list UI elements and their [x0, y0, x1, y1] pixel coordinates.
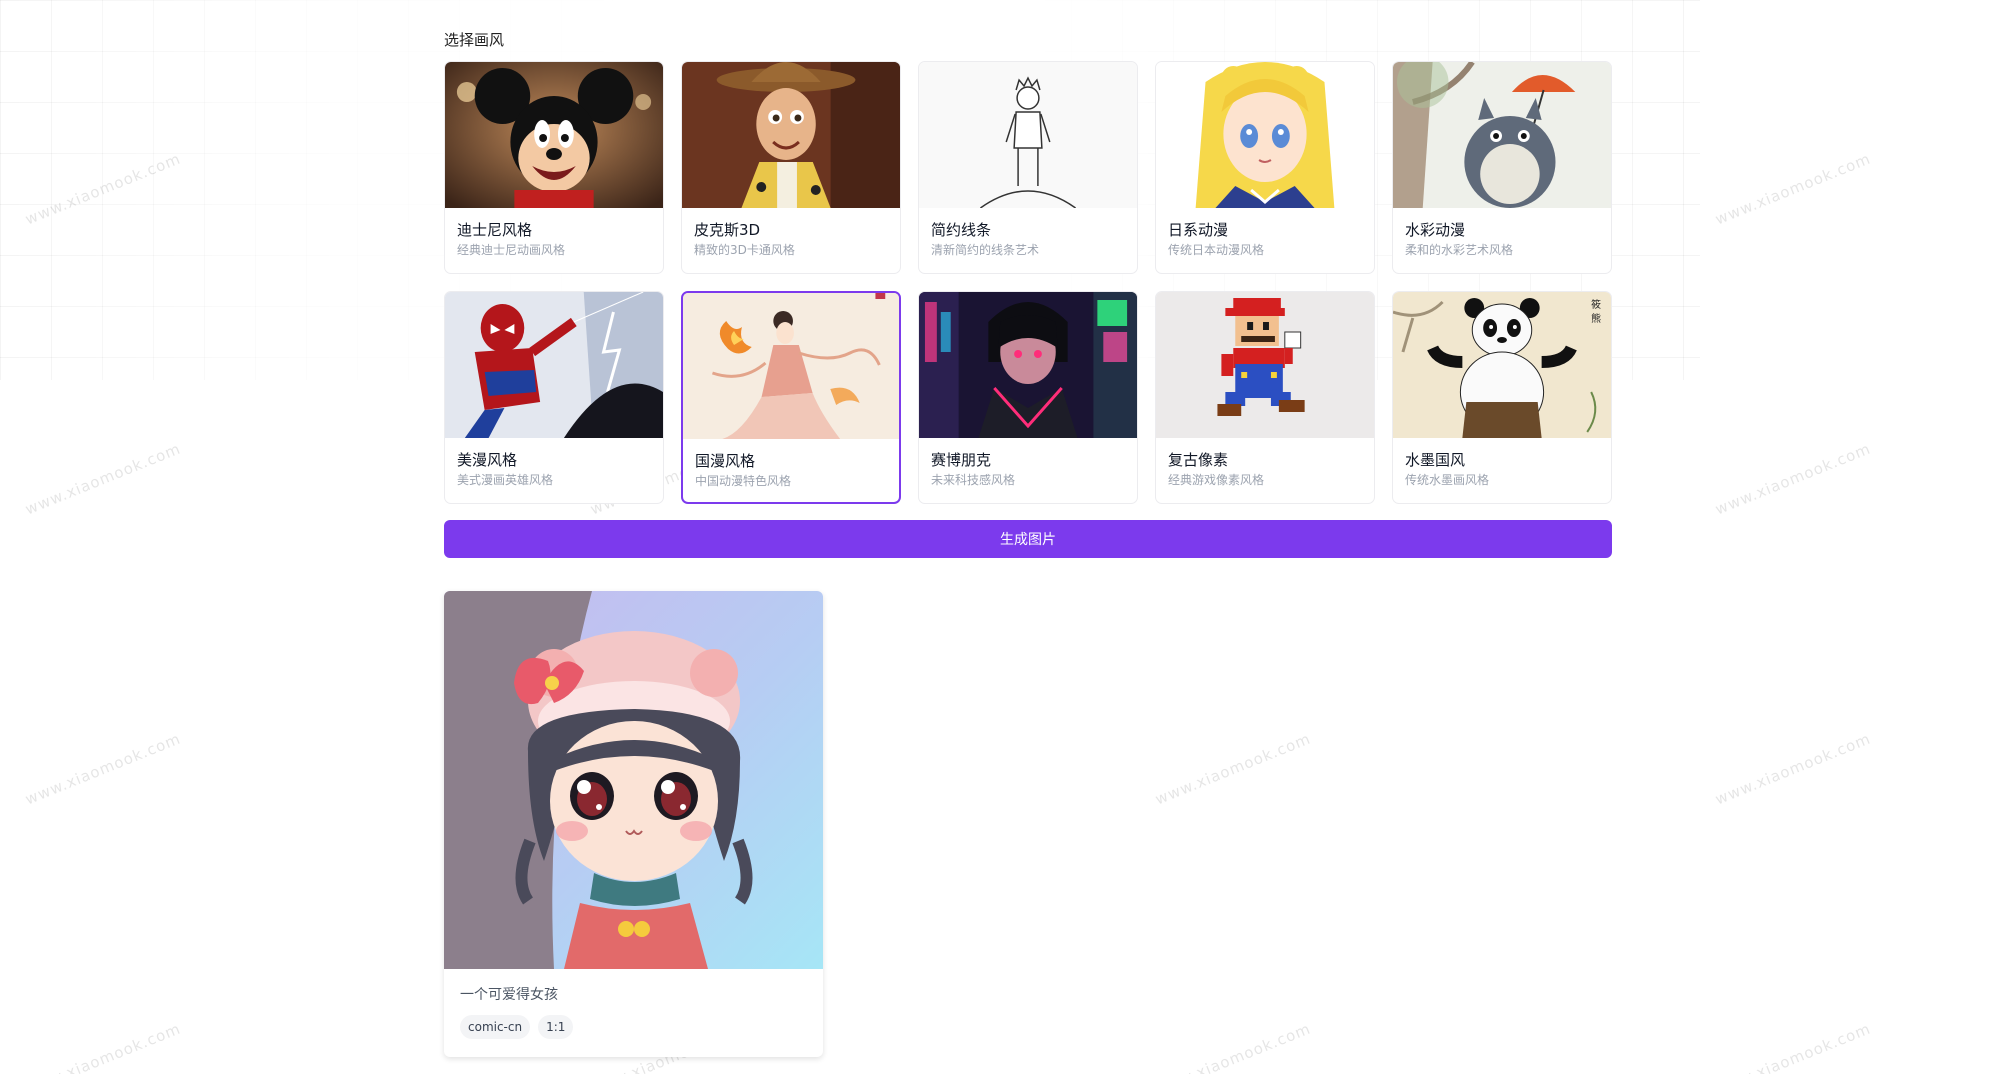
style-card-pixar[interactable]: 皮克斯3D 精致的3D卡通风格 [681, 61, 901, 274]
style-description: 中国动漫特色风格 [695, 474, 792, 488]
style-name: 迪士尼风格 [457, 221, 533, 239]
result-card[interactable]: 一个可爱得女孩 comic-cn 1:1 [444, 591, 823, 1057]
watermark: www.xiaomook.com [22, 729, 184, 809]
style-description: 未来科技感风格 [931, 473, 1016, 487]
result-tags: comic-cn 1:1 [444, 1004, 823, 1039]
watermark: www.xiaomook.com [1712, 149, 1874, 229]
style-thumbnail: 筱 熊 [1393, 292, 1611, 438]
style-name: 皮克斯3D [694, 221, 761, 239]
style-card-watercolor[interactable]: 水彩动漫 柔和的水彩艺术风格 [1392, 61, 1612, 274]
style-thumbnail [445, 62, 663, 208]
style-thumbnail [919, 292, 1137, 438]
style-name: 复古像素 [1168, 451, 1229, 469]
style-description: 清新简约的线条艺术 [931, 243, 1040, 257]
style-card-line-art[interactable]: 简约线条 清新简约的线条艺术 [918, 61, 1138, 274]
style-thumbnail [683, 293, 899, 439]
aspect-ratio-tag: 1:1 [538, 1015, 574, 1039]
style-thumbnail [1393, 62, 1611, 208]
page: www.xiaomook.com www.xiaomook.com www.xi… [0, 0, 2000, 1074]
result-prompt: 一个可爱得女孩 [460, 987, 558, 1003]
style-grid: 迪士尼风格 经典迪士尼动画风格 皮克斯3D 精致的3D卡通风格 简约线条 清新简… [444, 61, 1612, 504]
style-name: 美漫风格 [457, 451, 518, 469]
result-image[interactable] [444, 591, 823, 969]
style-card-american-comics[interactable]: 美漫风格 美式漫画英雄风格 [444, 291, 664, 504]
svg-text:熊: 熊 [1591, 312, 1601, 325]
style-thumbnail [682, 62, 900, 208]
watermark: www.xiaomook.com [22, 1019, 184, 1074]
style-name: 日系动漫 [1168, 221, 1229, 239]
style-thumbnail [1156, 292, 1374, 438]
style-thumbnail [1156, 62, 1374, 208]
style-name: 赛博朋克 [931, 451, 992, 469]
section-title: 选择画风 [444, 31, 505, 49]
style-card-chinese-anime[interactable]: 国漫风格 中国动漫特色风格 [681, 291, 901, 504]
style-description: 美式漫画英雄风格 [457, 473, 554, 487]
style-description: 柔和的水彩艺术风格 [1405, 243, 1514, 257]
style-description: 传统日本动漫风格 [1168, 243, 1265, 257]
style-description: 精致的3D卡通风格 [694, 243, 795, 257]
style-card-ink-wash[interactable]: 筱 熊 水墨国风 传统水墨画风格 [1392, 291, 1612, 504]
style-thumbnail [445, 292, 663, 438]
style-name: 国漫风格 [695, 452, 756, 470]
generate-image-button[interactable]: 生成图片 [444, 520, 1612, 558]
svg-text:筱: 筱 [1591, 298, 1601, 311]
style-card-disney[interactable]: 迪士尼风格 经典迪士尼动画风格 [444, 61, 664, 274]
style-description: 经典游戏像素风格 [1168, 473, 1265, 487]
style-description: 经典迪士尼动画风格 [457, 243, 566, 257]
style-card-retro-pixel[interactable]: 复古像素 经典游戏像素风格 [1155, 291, 1375, 504]
style-thumbnail [919, 62, 1137, 208]
style-name: 简约线条 [931, 221, 992, 239]
style-tag: comic-cn [460, 1015, 531, 1039]
style-description: 传统水墨画风格 [1405, 473, 1490, 487]
watermark: www.xiaomook.com [1712, 729, 1874, 809]
style-name: 水彩动漫 [1405, 221, 1466, 239]
watermark: www.xiaomook.com [1712, 1019, 1874, 1074]
main-content: 选择画风 迪士尼风格 经典迪士尼动画风格 皮克斯3D 精致的3D卡通风格 简约线… [444, 30, 1612, 1057]
style-card-cyberpunk[interactable]: 赛博朋克 未来科技感风格 [918, 291, 1138, 504]
style-name: 水墨国风 [1405, 451, 1466, 469]
watermark: www.xiaomook.com [1712, 439, 1874, 519]
style-card-japanese-anime[interactable]: 日系动漫 传统日本动漫风格 [1155, 61, 1375, 274]
watermark: www.xiaomook.com [22, 439, 184, 519]
